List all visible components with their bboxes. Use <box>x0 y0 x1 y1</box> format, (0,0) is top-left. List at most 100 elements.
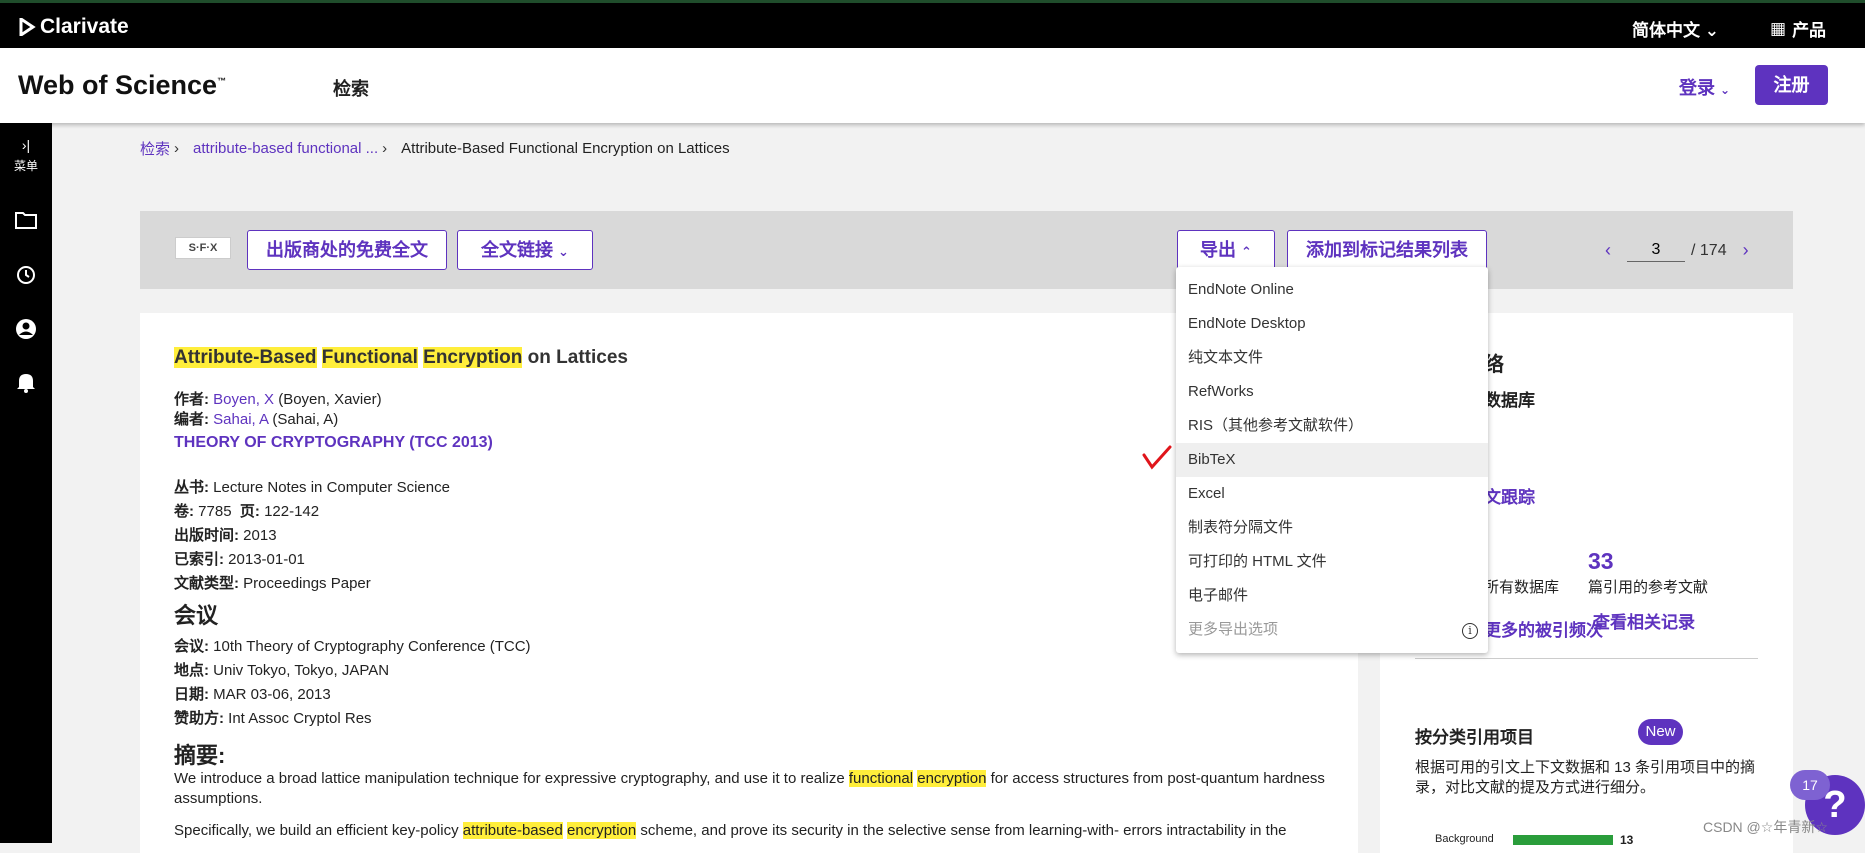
export-option-more: 更多导出选项 i <box>1176 613 1488 647</box>
fulltext-links-label: 全文链接 <box>481 240 554 260</box>
export-option-email[interactable]: 电子邮件 <box>1176 579 1488 613</box>
export-option-ris[interactable]: RIS（其他参考文献软件） <box>1176 409 1488 443</box>
editor-link[interactable]: Sahai, A <box>213 411 268 428</box>
language-label: 简体中文 <box>1632 21 1700 40</box>
abstract-highlight: encryption <box>567 822 637 839</box>
date-row: 日期: MAR 03-06, 2013 <box>174 683 331 704</box>
record-pager: ‹ / 174 › <box>1595 239 1759 262</box>
site-header: Web of Science™ 检索 登录 ⌄ 注册 <box>0 48 1865 123</box>
abstract-highlight: functional <box>848 770 914 787</box>
divider <box>1415 658 1758 659</box>
source-title-link[interactable]: THEORY OF CRYPTOGRAPHY (TCC 2013) <box>174 434 493 452</box>
editor-label: 编者: <box>174 411 209 428</box>
export-option-endnote-online[interactable]: EndNote Online <box>1176 273 1488 307</box>
next-record-icon[interactable]: › <box>1733 240 1759 261</box>
language-selector[interactable]: 简体中文 ⌄ <box>1632 16 1719 41</box>
bar-label: Background <box>1435 833 1494 845</box>
doctype-row: 文献类型: Proceedings Paper <box>174 572 371 593</box>
series-label: 丛书: <box>174 479 209 496</box>
indexed-row: 已索引: 2013-01-01 <box>174 548 305 569</box>
references-count[interactable]: 33 <box>1588 548 1614 575</box>
top-bar: Clarivate 简体中文 ⌄ ▦ 产品 <box>0 0 1865 48</box>
volume-label: 卷: <box>174 503 194 520</box>
title-rest: on Lattices <box>527 347 628 368</box>
add-to-marked-list-button[interactable]: 添加到标记结果列表 <box>1287 230 1487 270</box>
more-export-label: 更多导出选项 <box>1188 621 1279 638</box>
free-fulltext-button[interactable]: 出版商处的免费全文 <box>247 230 447 270</box>
products-menu[interactable]: ▦ 产品 <box>1770 16 1826 41</box>
fulltext-links-button[interactable]: 全文链接 ⌄ <box>457 230 593 270</box>
folder-icon[interactable] <box>0 211 52 234</box>
breadcrumb-current: Attribute-Based Functional Encryption on… <box>401 140 730 157</box>
login-label: 登录 <box>1679 78 1715 98</box>
products-label: 产品 <box>1792 21 1827 40</box>
clarivate-logo[interactable]: Clarivate <box>18 15 129 39</box>
bell-icon[interactable] <box>0 371 52 398</box>
export-option-bibtex[interactable]: BibTeX <box>1176 443 1488 477</box>
author-link[interactable]: Boyen, X <box>213 391 274 408</box>
location-value: Univ Tokyo, Tokyo, JAPAN <box>213 662 390 679</box>
all-databases-label: 所有数据库 <box>1484 579 1560 596</box>
export-option-tab-delimited[interactable]: 制表符分隔文件 <box>1176 511 1488 545</box>
title-highlight: Encryption <box>423 347 523 368</box>
bar-value: 13 <box>1620 833 1634 847</box>
trademark: ™ <box>217 76 227 86</box>
author-full-name: (Boyen, Xavier) <box>278 391 382 408</box>
export-option-refworks[interactable]: RefWorks <box>1176 375 1488 409</box>
page-number-input[interactable] <box>1627 239 1685 262</box>
related-records-link[interactable]: 查看相关记录 <box>1593 608 1695 633</box>
author-label: 作者: <box>174 391 209 408</box>
export-option-endnote-desktop[interactable]: EndNote Desktop <box>1176 307 1488 341</box>
export-label: 导出 <box>1200 240 1237 260</box>
references-label: 篇引用的参考文献 <box>1588 579 1709 596</box>
register-button[interactable]: 注册 <box>1755 65 1828 105</box>
export-button[interactable]: 导出 ⌃ <box>1177 230 1275 270</box>
title-highlight: Functional <box>321 347 418 368</box>
indexed-label: 已索引: <box>174 551 224 568</box>
doctype-value: Proceedings Paper <box>243 575 371 592</box>
classify-description: 根据可用的引文上下文数据和 13 条引用项目中的摘录，对比文献的提及方式进行细分… <box>1415 759 1756 796</box>
export-option-printable-html[interactable]: 可打印的 HTML 文件 <box>1176 545 1488 579</box>
export-option-plain-text[interactable]: 纯文本文件 <box>1176 341 1488 375</box>
menu-label: 菜单 <box>13 159 38 173</box>
info-icon[interactable]: i <box>1462 623 1478 639</box>
conference-heading: 会议 <box>174 603 219 628</box>
date-value: MAR 03-06, 2013 <box>213 686 331 703</box>
meeting-value: 10th Theory of Cryptography Conference (… <box>213 638 531 655</box>
chevron-down-icon: ⌄ <box>558 244 569 259</box>
export-option-excel[interactable]: Excel <box>1176 477 1488 511</box>
brand-name: Clarivate <box>40 15 129 38</box>
login-menu[interactable]: 登录 ⌄ <box>1679 74 1730 100</box>
left-sidebar: ›| 菜单 <box>0 123 52 843</box>
chevron-up-icon: ⌃ <box>1241 244 1252 259</box>
sfx-link[interactable]: S·F·X <box>175 237 231 259</box>
breadcrumb: 检索 › attribute-based functional ... › At… <box>140 138 730 159</box>
indexed-value: 2013-01-01 <box>228 551 305 568</box>
menu-toggle[interactable]: ›| 菜单 <box>0 137 52 174</box>
history-icon[interactable] <box>0 264 52 291</box>
pubdate-value: 2013 <box>243 527 277 544</box>
web-of-science-logo[interactable]: Web of Science™ <box>18 70 226 101</box>
breadcrumb-search[interactable]: 检索 <box>140 138 170 159</box>
breadcrumb-query[interactable]: attribute-based functional ... <box>193 140 378 157</box>
chevron-right-icon: › <box>382 140 388 157</box>
more-citations-link[interactable]: 更多的被引频次 <box>1484 616 1603 641</box>
background-bar[interactable] <box>1513 835 1613 845</box>
search-nav-link[interactable]: 检索 <box>333 75 369 101</box>
series-value: Lecture Notes in Computer Science <box>213 479 450 496</box>
watermark: CSDN @☆年青新☆ <box>1703 819 1828 835</box>
user-icon[interactable] <box>0 318 52 345</box>
chevron-down-icon: ⌄ <box>1720 83 1731 97</box>
pubdate-row: 出版时间: 2013 <box>174 524 277 545</box>
new-badge: New <box>1638 719 1683 745</box>
location-label: 地点: <box>174 662 209 679</box>
abstract-heading: 摘要: <box>174 743 226 768</box>
abstract-highlight: encryption <box>917 770 987 787</box>
chevron-down-icon: ⌄ <box>1704 21 1719 40</box>
date-label: 日期: <box>174 686 209 703</box>
record-toolbar: S·F·X 出版商处的免费全文 全文链接 ⌄ 导出 ⌃ 添加到标记结果列表 ‹ … <box>140 211 1793 289</box>
citation-tracking-link[interactable]: 文跟踪 <box>1484 483 1535 508</box>
prev-record-icon[interactable]: ‹ <box>1595 240 1621 261</box>
red-checkmark-icon <box>1142 445 1172 470</box>
abstract-text: We introduce a broad lattice manipulatio… <box>174 770 845 787</box>
